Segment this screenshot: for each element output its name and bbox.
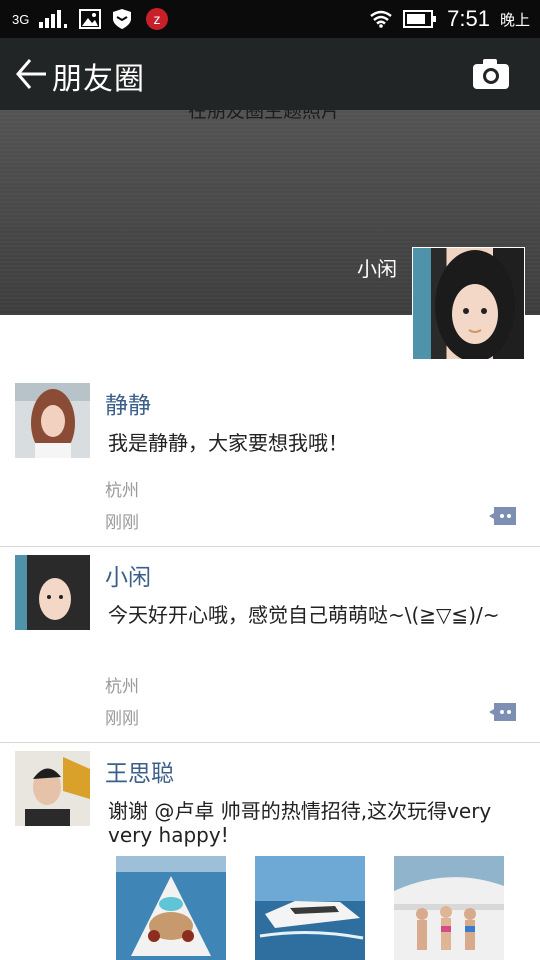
battery-icon xyxy=(403,10,437,28)
cover-owner-name: 小闲 xyxy=(357,257,397,281)
status-left: 3G z xyxy=(12,0,171,38)
post-text: 今天好开心哦，感觉自己萌萌哒~\(≧▽≦)/~ xyxy=(108,603,500,627)
post-author-name[interactable]: 静静 xyxy=(105,386,151,420)
speedboat-photo xyxy=(255,856,365,960)
avatar-photo xyxy=(15,555,90,630)
yacht-deck-photo xyxy=(116,856,226,960)
signal-icon xyxy=(39,10,68,28)
image-icon xyxy=(79,9,102,29)
post-location[interactable]: 杭州 xyxy=(105,476,139,501)
yacht-party-photo xyxy=(394,856,504,960)
camera-icon[interactable] xyxy=(472,58,510,90)
status-bar: 3G z 7:51 晚上 xyxy=(0,0,540,38)
cover-partial-text: 在朋友圈主题照片 xyxy=(188,110,388,120)
wifi-icon xyxy=(370,10,392,28)
status-right: 7:51 晚上 xyxy=(369,0,530,38)
post-text: 谢谢 @卢卓 帅哥的热情招待,这次玩得very very happy! xyxy=(108,799,492,847)
post-author-name[interactable]: 小闲 xyxy=(105,558,151,592)
shield-icon xyxy=(113,9,132,29)
app-z-icon: z xyxy=(146,8,169,30)
avatar-xiaoxian[interactable] xyxy=(15,555,90,630)
network-type: 3G xyxy=(12,11,30,27)
post-time: 刚刚 xyxy=(105,709,139,729)
avatar-photo xyxy=(15,383,90,458)
app-header: 朋友圈 xyxy=(0,38,540,110)
comment-icon[interactable] xyxy=(489,506,517,526)
post-text: 我是静静，大家要想我哦！ xyxy=(108,431,348,455)
post-divider xyxy=(0,742,540,743)
avatar-photo xyxy=(15,751,90,826)
svg-text:z: z xyxy=(154,11,161,27)
page-title: 朋友圈 xyxy=(52,62,145,97)
avatar-girl-photo xyxy=(413,248,515,362)
avatar-jingjing[interactable] xyxy=(15,383,90,458)
post-image[interactable] xyxy=(394,856,504,960)
status-ampm: 晚上 xyxy=(499,10,530,29)
post-divider xyxy=(0,546,540,547)
avatar-wangsicong[interactable] xyxy=(15,751,90,826)
owner-avatar[interactable] xyxy=(412,247,525,362)
post-image[interactable] xyxy=(255,856,365,960)
post-image[interactable] xyxy=(116,856,226,960)
arrow-left-icon[interactable] xyxy=(14,56,48,92)
post-location[interactable]: 杭州 xyxy=(105,672,139,697)
comment-icon[interactable] xyxy=(489,702,517,722)
post-author-name[interactable]: 王思聪 xyxy=(105,754,174,788)
post-time: 刚刚 xyxy=(105,513,139,533)
status-time: 7:51 xyxy=(447,6,490,31)
